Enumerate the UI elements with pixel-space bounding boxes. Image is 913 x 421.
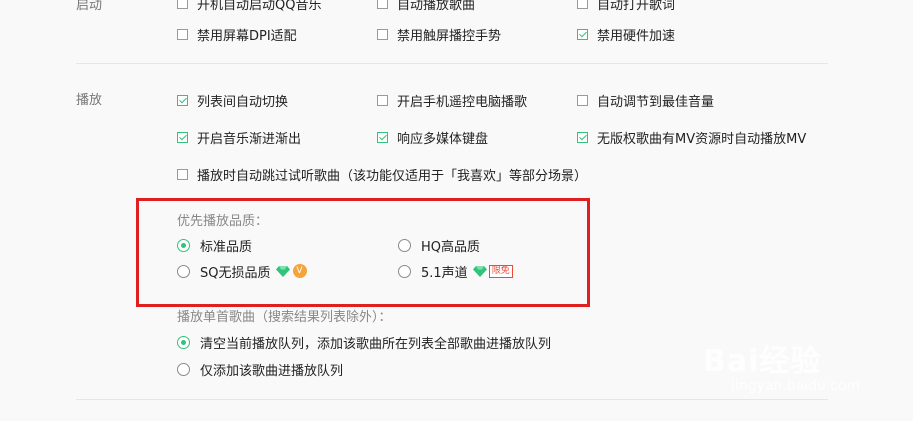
checkbox[interactable]	[177, 0, 188, 9]
option-skip-preview[interactable]: 播放时自动跳过试听歌曲（该功能仅适用于「我喜欢」等部分场景）	[177, 165, 588, 184]
option-label: 播放时自动跳过试听歌曲（该功能仅适用于「我喜欢」等部分场景）	[197, 168, 588, 184]
watermark-url: jingyan.baidu.com	[731, 378, 861, 394]
option-label: 无版权歌曲有MV资源时自动播放MV	[597, 131, 807, 147]
option-disable-touch-gestures[interactable]: 禁用触屏播控手势	[377, 25, 502, 44]
radio-quality-hq[interactable]: HQ高品质	[398, 236, 481, 255]
checkbox[interactable]	[577, 28, 588, 40]
radio-add-to-queue[interactable]: 仅添加该歌曲进播放队列	[177, 360, 344, 379]
radio-button[interactable]	[177, 264, 190, 278]
diamond-icon	[275, 265, 290, 277]
vip-badge-icon: V	[292, 264, 307, 278]
radio-replace-queue[interactable]: 清空当前播放队列，添加该歌曲所在列表全部歌曲进播放队列	[177, 333, 552, 352]
option-label: 列表间自动切换	[197, 94, 289, 110]
option-label: 响应多媒体键盘	[397, 131, 489, 147]
checkbox[interactable]	[577, 0, 588, 9]
option-label: 开启音乐渐进渐出	[197, 131, 302, 147]
checkbox[interactable]	[577, 94, 588, 106]
option-phone-remote[interactable]: 开启手机遥控电脑播歌	[377, 91, 528, 110]
checkbox[interactable]	[177, 168, 188, 180]
section-label-startup: 启动	[76, 0, 103, 13]
option-label: HQ高品质	[421, 239, 481, 255]
radio-quality-5-1[interactable]: 5.1声道 限免	[398, 262, 513, 281]
option-label: 禁用硬件加速	[597, 28, 676, 44]
radio-button[interactable]	[177, 238, 190, 252]
checkbox[interactable]	[377, 94, 388, 106]
radio-quality-sq[interactable]: SQ无损品质 V	[177, 262, 307, 281]
checkbox[interactable]	[177, 28, 188, 40]
option-disable-dpi[interactable]: 禁用屏幕DPI适配	[177, 25, 297, 44]
option-auto-volume[interactable]: 自动调节到最佳音量	[577, 91, 715, 110]
option-autostart-qq[interactable]: 开机自动启动QQ音乐	[177, 0, 322, 13]
divider	[76, 399, 828, 400]
checkbox[interactable]	[377, 131, 388, 143]
option-label: 自动打开歌词	[597, 0, 676, 13]
option-disable-hw-accel[interactable]: 禁用硬件加速	[577, 25, 676, 44]
radio-quality-standard[interactable]: 标准品质	[177, 236, 253, 255]
option-label: 自动调节到最佳音量	[597, 94, 715, 110]
checkbox[interactable]	[377, 28, 388, 40]
section-label-playback: 播放	[76, 93, 103, 108]
option-label: 标准品质	[200, 239, 253, 255]
option-label: 5.1声道	[421, 265, 468, 281]
option-auto-mv[interactable]: 无版权歌曲有MV资源时自动播放MV	[577, 128, 807, 147]
checkbox[interactable]	[577, 131, 588, 143]
radio-button[interactable]	[398, 264, 411, 278]
checkbox[interactable]	[177, 94, 188, 106]
option-autoplay-songs[interactable]: 自动播放歌曲	[377, 0, 476, 13]
option-list-auto-switch[interactable]: 列表间自动切换	[177, 91, 289, 110]
option-label: 禁用触屏播控手势	[397, 28, 502, 44]
option-label: 仅添加该歌曲进播放队列	[200, 363, 344, 379]
option-label: 清空当前播放队列，添加该歌曲所在列表全部歌曲进播放队列	[200, 336, 552, 352]
option-label: 自动播放歌曲	[397, 0, 476, 13]
checkbox[interactable]	[377, 0, 388, 9]
option-label: SQ无损品质	[200, 265, 271, 281]
option-media-keys[interactable]: 响应多媒体键盘	[377, 128, 489, 147]
divider	[76, 63, 828, 64]
single-play-title: 播放单首歌曲（搜索结果列表除外）：	[177, 310, 392, 325]
radio-button[interactable]	[177, 335, 190, 349]
watermark-brand: Bai经验	[703, 344, 822, 379]
quality-title: 优先播放品质：	[177, 214, 269, 229]
option-label: 开机自动启动QQ音乐	[197, 0, 322, 13]
option-fade-in-out[interactable]: 开启音乐渐进渐出	[177, 128, 302, 147]
limited-free-badge: 限免	[488, 264, 513, 278]
option-label: 禁用屏幕DPI适配	[197, 28, 297, 44]
option-auto-open-lyrics[interactable]: 自动打开歌词	[577, 0, 676, 13]
radio-button[interactable]	[177, 362, 190, 376]
radio-button[interactable]	[398, 238, 411, 252]
checkbox[interactable]	[177, 131, 188, 143]
option-label: 开启手机遥控电脑播歌	[397, 94, 528, 110]
diamond-icon	[472, 265, 487, 277]
